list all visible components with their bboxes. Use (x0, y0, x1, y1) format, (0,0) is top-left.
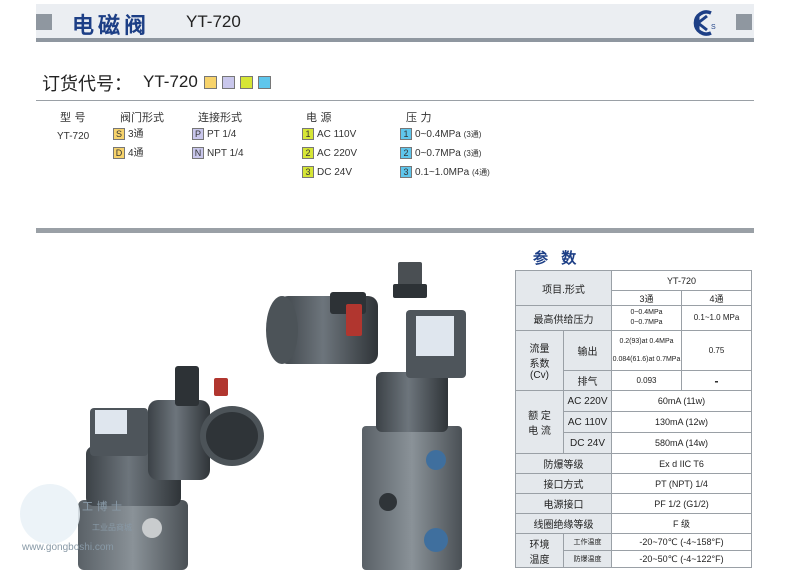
svg-text:S: S (711, 24, 716, 31)
watermark-text: 工 博 士 (82, 500, 122, 513)
watermark-badge (20, 484, 80, 544)
watermark-subtext: 工业品商城 (92, 523, 132, 532)
work-temp-value: -20~70℃ (-4~158°F) (611, 533, 752, 551)
four-way-header: 4通 (681, 290, 752, 306)
valve-option: S 3通 (113, 128, 144, 141)
current-row-key: AC 110V (563, 411, 612, 433)
connection-option: P PT 1/4 (192, 128, 236, 141)
flow-output-label: 输出 (563, 330, 612, 371)
page-title: 电磁阀 (72, 14, 151, 39)
port-value: PT (NPT) 1/4 (611, 473, 752, 494)
max-pressure-3way: 0~0.4MPa 0~0.7MPa (611, 305, 682, 331)
pressure-option: 1 0~0.4MPa (3通) (400, 128, 481, 141)
port-label: 接口方式 (515, 473, 612, 494)
order-divider (36, 100, 754, 101)
header-left-square (36, 14, 52, 30)
model-header: YT-720 (611, 270, 752, 291)
code-box-pressure (258, 76, 271, 89)
current-row-value: 580mA (14w) (611, 432, 752, 454)
max-pressure-4way: 0.1~1.0 MPa (681, 305, 752, 331)
params-title: 参 数 (533, 249, 581, 267)
valve-option: D 4通 (113, 147, 144, 160)
code-box-valve (204, 76, 217, 89)
three-way-header: 3通 (611, 290, 682, 306)
current-row-key: AC 220V (563, 390, 612, 412)
item-form-label: 项目.形式 (515, 270, 612, 306)
code-box-power (240, 76, 253, 89)
col-header-connection: 连接形式 (198, 111, 242, 124)
power-option: 3 DC 24V (302, 166, 352, 179)
col-header-pressure: 压 力 (406, 111, 432, 124)
pressure-option: 3 0.1~1.0MPa (4通) (400, 166, 490, 179)
protect-temp-value: -20~50℃ (-4~122°F) (611, 550, 752, 568)
col-header-model: 型 号 (60, 111, 86, 124)
kc-certification-logo: S (693, 10, 716, 36)
current-row-value: 60mA (11w) (611, 390, 752, 412)
insulation-value: F 级 (611, 513, 752, 534)
pressure-option: 2 0~0.7MPa (3通) (400, 147, 481, 160)
order-code-title: 订货代号： (42, 74, 132, 95)
current-row-key: DC 24V (563, 432, 612, 454)
connection-option: N NPT 1/4 (192, 147, 244, 160)
elec-port-label: 电源接口 (515, 493, 612, 514)
col-header-power: 电 源 (306, 111, 332, 124)
watermark-url: www.gongboshi.com (22, 542, 114, 553)
work-temp-label: 工作温度 (563, 533, 612, 551)
flow-label: 流量 系数 (Cv) (515, 330, 564, 391)
flow-exhaust-4way: - (681, 370, 752, 391)
current-label: 额 定电 流 (515, 390, 564, 454)
explosion-label: 防爆等级 (515, 453, 612, 474)
code-box-connection (222, 76, 235, 89)
col-header-valve: 阀门形式 (120, 111, 164, 124)
section-divider (36, 228, 754, 233)
header-right-square (736, 14, 752, 30)
flow-output-3way: 0.2(93)at 0.4MPa 0.084(61.6)at 0.7MPa (611, 330, 682, 371)
order-model: YT-720 (143, 72, 198, 91)
protect-temp-label: 防爆温度 (563, 550, 612, 568)
page-model: YT-720 (186, 12, 241, 31)
explosion-value: Ex d IIC T6 (611, 453, 752, 474)
power-option: 1 AC 110V (302, 128, 356, 141)
elec-port-value: PF 1/2 (G1/2) (611, 493, 752, 514)
power-option: 2 AC 220V (302, 147, 357, 160)
env-temp-label: 环境 温度 (515, 533, 564, 568)
flow-output-4way: 0.75 (681, 330, 752, 371)
params-table: 项目.形式 YT-720 3通 4通 最高供给压力 0~0.4MPa 0~0.7M… (515, 270, 752, 568)
insulation-label: 线圈绝缘等级 (515, 513, 612, 534)
flow-exhaust-3way: 0.093 (611, 370, 682, 391)
max-pressure-label: 最高供给压力 (515, 305, 612, 331)
flow-exhaust-label: 排气 (563, 370, 612, 391)
model-value: YT-720 (57, 131, 90, 142)
current-row-value: 130mA (12w) (611, 411, 752, 433)
